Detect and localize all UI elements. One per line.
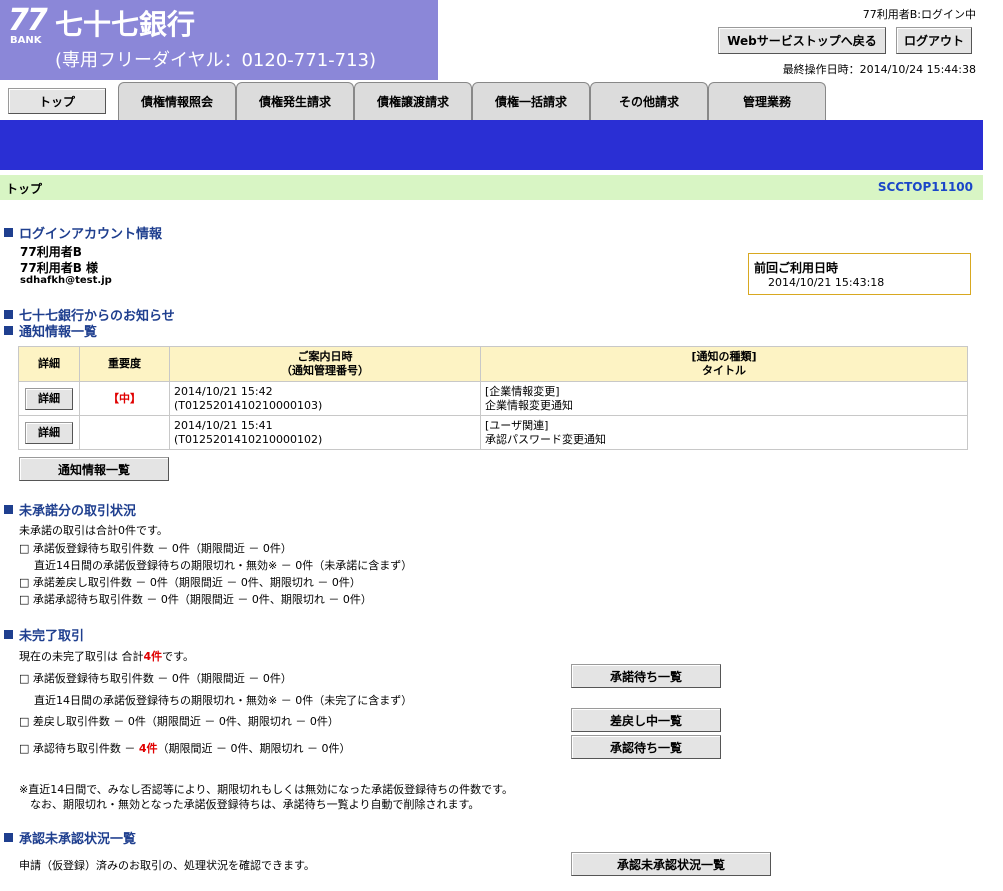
tab-claim-transfer[interactable]: 債権譲渡請求 bbox=[354, 82, 472, 120]
col-date-line2: （通知管理番号） bbox=[281, 364, 369, 377]
tab-claim-issue[interactable]: 債権発生請求 bbox=[236, 82, 354, 120]
incomplete-line4: □ 承認待ち取引件数 － 4件（期限間近 － 0件、期限切れ － 0件） bbox=[19, 740, 351, 756]
bullet-square-icon bbox=[4, 228, 13, 237]
tab-other-requests[interactable]: その他請求 bbox=[590, 82, 708, 120]
col-date: ご案内日時 （通知管理番号） bbox=[169, 346, 481, 382]
cell-detail: 詳細 bbox=[18, 381, 80, 416]
detail-button[interactable]: 詳細 bbox=[25, 421, 73, 444]
unapproved-line3: □ 承諾差戻し取引件数 － 0件（期限間近 － 0件、期限切れ － 0件） bbox=[19, 576, 361, 589]
cell-date: 2014/10/21 15:42 (T0125201410210000103) bbox=[169, 381, 481, 416]
last-use-value: 2014/10/21 15:43:18 bbox=[768, 276, 885, 289]
approval-status-list-button[interactable]: 承認未承認状況一覧 bbox=[571, 852, 771, 876]
incomplete-total-count: 4件 bbox=[143, 650, 163, 663]
section-heading: 通知情報一覧 bbox=[19, 325, 98, 340]
table-row: 詳細 【中】 2014/10/21 15:42 (T012520141021000… bbox=[18, 381, 968, 416]
unapproved-line1: □ 承諾仮登録待ち取引件数 － 0件（期限間近 － 0件） bbox=[19, 542, 292, 555]
unapproved-summary: 未承諾の取引は合計0件です。 bbox=[19, 524, 168, 537]
last-use-label: 前回ご利用日時 bbox=[754, 261, 839, 275]
detail-button[interactable]: 詳細 bbox=[25, 387, 73, 410]
incomplete-line4-pre: □ 承認待ち取引件数 － bbox=[19, 742, 139, 755]
login-user-email: sdhafkh@test.jp bbox=[20, 275, 112, 286]
incomplete-line1: □ 承諾仮登録待ち取引件数 － 0件（期限間近 － 0件） bbox=[19, 672, 292, 685]
logo-bank-text: BANK bbox=[10, 35, 42, 46]
login-user-status: 77利用者B:ログイン中 bbox=[862, 8, 976, 21]
notice-title: 承認パスワード変更通知 bbox=[485, 432, 606, 446]
section-heading: ログインアカウント情報 bbox=[19, 227, 163, 242]
consent-wait-list-button[interactable]: 承諾待ち一覧 bbox=[571, 664, 721, 688]
web-service-top-button[interactable]: Webサービストップへ戻る bbox=[718, 27, 886, 54]
login-user-honorific: 77利用者B 様 bbox=[20, 261, 99, 275]
section-incomplete: 未完了取引 bbox=[4, 625, 84, 644]
notice-type: [企業情報変更] bbox=[485, 384, 560, 398]
footnote-line2: なお、期限切れ・無効となった承諾仮登録待ちは、承諾待ち一覧より自動で削除されます… bbox=[30, 798, 480, 811]
notice-number: (T0125201410210000103) bbox=[174, 398, 323, 412]
section-approval-status: 承認未承認状況一覧 bbox=[4, 828, 136, 847]
col-type: [通知の種類] タイトル bbox=[480, 346, 968, 382]
page-title: トップ bbox=[6, 182, 43, 196]
tab-claim-inquiry[interactable]: 債権情報照会 bbox=[118, 82, 236, 120]
footnote-line1: ※直近14日間で、みなし否認等により、期限切れもしくは無効になった承諾仮登録待ち… bbox=[19, 783, 514, 796]
logout-button[interactable]: ログアウト bbox=[896, 27, 972, 54]
notice-number: (T0125201410210000102) bbox=[174, 432, 323, 446]
notice-list-button[interactable]: 通知情報一覧 bbox=[19, 457, 169, 481]
logo-number: 77 bbox=[8, 3, 48, 38]
notice-table: 詳細 重要度 ご案内日時 （通知管理番号） [通知の種類] タイトル 詳細 【中】 … bbox=[18, 346, 968, 450]
approval-wait-count: 4件 bbox=[138, 742, 158, 755]
approval-status-text: 申請（仮登録）済みのお取引の、処理状況を確認できます。 bbox=[19, 859, 315, 872]
notice-type: [ユーザ関連] bbox=[485, 418, 549, 432]
section-heading: 未承諾分の取引状況 bbox=[19, 504, 137, 519]
bullet-square-icon bbox=[4, 833, 13, 842]
last-operation-time: 最終操作日時：2014/10/24 15:44:38 bbox=[782, 63, 976, 76]
tab-claim-bulk[interactable]: 債権一括請求 bbox=[472, 82, 590, 120]
notice-date: 2014/10/21 15:41 bbox=[174, 418, 273, 432]
cell-date: 2014/10/21 15:41 (T0125201410210000102) bbox=[169, 415, 481, 450]
incomplete-line2: 直近14日間の承諾仮登録待ちの期限切れ・無効※ － 0件（未完了に含まず） bbox=[34, 694, 413, 707]
col-detail: 詳細 bbox=[18, 346, 80, 382]
screen-id: SCCTOP11100 bbox=[877, 180, 973, 194]
tab-subnav-bar bbox=[0, 120, 983, 170]
section-unapproved: 未承諾分の取引状況 bbox=[4, 500, 136, 519]
unapproved-line2: 直近14日間の承諾仮登録待ちの期限切れ・無効※ － 0件（未承諾に含まず） bbox=[34, 559, 413, 572]
col-date-line1: ご案内日時 bbox=[297, 350, 353, 363]
remand-list-button[interactable]: 差戻し中一覧 bbox=[571, 708, 721, 732]
cell-importance bbox=[79, 415, 170, 450]
cell-detail: 詳細 bbox=[18, 415, 80, 450]
table-header-row: 詳細 重要度 ご案内日時 （通知管理番号） [通知の種類] タイトル bbox=[18, 346, 968, 382]
unapproved-line4: □ 承諾承認待ち取引件数 － 0件（期限間近 － 0件、期限切れ － 0件） bbox=[19, 593, 372, 606]
incomplete-summary-post: です。 bbox=[162, 650, 195, 663]
approve-wait-list-button[interactable]: 承認待ち一覧 bbox=[571, 735, 721, 759]
bullet-square-icon bbox=[4, 326, 13, 335]
col-type-line2: タイトル bbox=[702, 364, 746, 377]
col-type-line1: [通知の種類] bbox=[691, 350, 757, 363]
incomplete-summary: 現在の未完了取引は 合計4件です。 bbox=[19, 648, 194, 664]
notice-title: 企業情報変更通知 bbox=[485, 398, 573, 412]
section-notice-list: 通知情報一覧 bbox=[4, 321, 97, 340]
bullet-square-icon bbox=[4, 505, 13, 514]
incomplete-line4-post: （期限間近 － 0件、期限切れ － 0件） bbox=[157, 742, 351, 755]
toll-free-number: (専用フリーダイヤル：0120-771-713) bbox=[55, 50, 377, 71]
incomplete-line3: □ 差戻し取引件数 － 0件（期限間近 － 0件、期限切れ － 0件） bbox=[19, 715, 339, 728]
section-login-info: ログインアカウント情報 bbox=[4, 223, 162, 242]
breadcrumb-bar bbox=[0, 175, 983, 200]
bank-name: 七十七銀行 bbox=[55, 8, 196, 41]
bullet-square-icon bbox=[4, 310, 13, 319]
cell-type: [企業情報変更] 企業情報変更通知 bbox=[480, 381, 968, 416]
table-row: 詳細 2014/10/21 15:41 (T0125201410210000102… bbox=[18, 415, 968, 450]
notice-date: 2014/10/21 15:42 bbox=[174, 384, 273, 398]
cell-importance: 【中】 bbox=[79, 381, 170, 416]
incomplete-summary-pre: 現在の未完了取引は 合計 bbox=[19, 650, 144, 663]
bullet-square-icon bbox=[4, 630, 13, 639]
tab-top[interactable]: トップ bbox=[8, 88, 106, 114]
tab-management[interactable]: 管理業務 bbox=[708, 82, 826, 120]
login-user-name: 77利用者B bbox=[20, 245, 82, 259]
section-heading: 未完了取引 bbox=[19, 629, 85, 644]
section-heading: 承認未承認状況一覧 bbox=[19, 832, 137, 847]
cell-type: [ユーザ関連] 承認パスワード変更通知 bbox=[480, 415, 968, 450]
col-importance: 重要度 bbox=[79, 346, 170, 382]
